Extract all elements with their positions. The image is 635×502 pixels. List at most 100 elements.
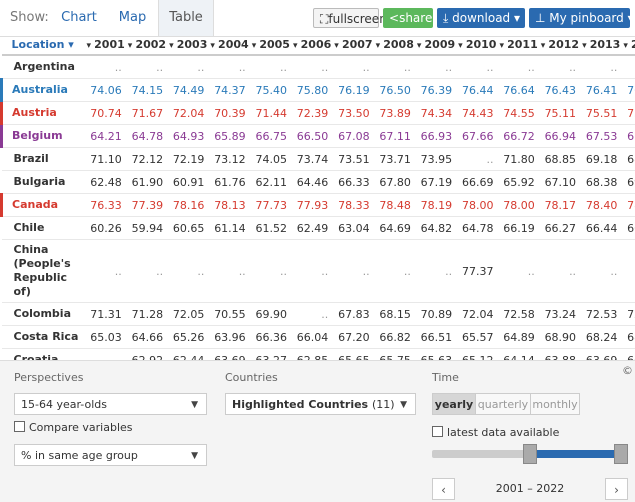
year-column-header[interactable]: ▾ 2014 bbox=[620, 34, 635, 55]
table-cell: 67.80 bbox=[373, 171, 414, 194]
table-cell: 72.53 bbox=[579, 303, 620, 326]
table-cell: 73.12 bbox=[207, 148, 248, 171]
slider-handle-start[interactable] bbox=[523, 444, 537, 464]
slider-handle-end[interactable] bbox=[614, 444, 628, 464]
table-cell: 78.07 bbox=[620, 194, 635, 217]
compare-variables-checkbox[interactable]: Compare variables bbox=[14, 421, 133, 434]
fullscreen-button[interactable]: ⛶fullscreen bbox=[313, 8, 379, 28]
row-location-name[interactable]: Belgium bbox=[2, 125, 84, 148]
row-location-name[interactable]: Brazil bbox=[2, 148, 84, 171]
row-location-name[interactable]: Croatia bbox=[2, 349, 84, 361]
table-cell: 63.96 bbox=[207, 326, 248, 349]
tab-chart[interactable]: Chart bbox=[55, 0, 103, 36]
table-cell: 78.48 bbox=[373, 194, 414, 217]
year-column-header[interactable]: ▾ 2012 bbox=[538, 34, 579, 55]
previous-button[interactable]: ‹ bbox=[432, 478, 455, 500]
year-label: 2012 bbox=[548, 38, 579, 51]
table-cell: 72.33 bbox=[620, 303, 635, 326]
year-column-header[interactable]: ▾ 2001 bbox=[84, 34, 125, 55]
table-cell: 69.18 bbox=[579, 148, 620, 171]
table-cell: 64.78 bbox=[125, 125, 166, 148]
year-column-header[interactable]: ▾ 2006 bbox=[290, 34, 331, 55]
table-cell: 64.14 bbox=[496, 349, 537, 361]
row-location-name[interactable]: Bulgaria bbox=[2, 171, 84, 194]
share-button[interactable]: <share bbox=[383, 8, 433, 28]
tab-map[interactable]: Map bbox=[110, 0, 155, 36]
row-location-name[interactable]: Chile bbox=[2, 217, 84, 240]
year-label: 2009 bbox=[425, 38, 456, 51]
countries-select[interactable]: Highlighted Countries (11) ▼ bbox=[225, 393, 416, 415]
table-cell: .. bbox=[166, 55, 207, 79]
table-cell: 67.19 bbox=[414, 171, 455, 194]
year-column-header[interactable]: ▾ 2003 bbox=[166, 34, 207, 55]
table-cell: .. bbox=[84, 55, 125, 79]
time-quarterly[interactable]: quarterly bbox=[475, 393, 531, 415]
table-row: Croatia..62.9262.4463.6963.2762.8565.656… bbox=[2, 349, 635, 361]
tab-table[interactable]: Table bbox=[158, 0, 214, 36]
table-cell: .. bbox=[331, 55, 372, 79]
year-column-header[interactable]: ▾ 2013 bbox=[579, 34, 620, 55]
row-location-name[interactable]: Colombia bbox=[2, 303, 84, 326]
time-yearly[interactable]: yearly bbox=[432, 393, 476, 415]
row-location-name[interactable]: Australia bbox=[2, 79, 84, 102]
caret-down-icon: ▾ bbox=[293, 41, 301, 51]
row-location-name[interactable]: China (People's Republic of) bbox=[2, 240, 84, 303]
year-column-header[interactable]: ▾ 2009 bbox=[414, 34, 455, 55]
next-button[interactable]: › bbox=[605, 478, 628, 500]
table-cell: 72.05 bbox=[166, 303, 207, 326]
table-cell: 68.24 bbox=[579, 326, 620, 349]
table-cell: .. bbox=[414, 55, 455, 79]
table-cell: 62.11 bbox=[249, 171, 290, 194]
table-cell: 74.49 bbox=[166, 79, 207, 102]
caret-down-icon: ▾ bbox=[334, 41, 342, 51]
time-monthly[interactable]: monthly bbox=[530, 393, 580, 415]
table-cell: 73.89 bbox=[373, 102, 414, 125]
table-cell: 65.63 bbox=[414, 349, 455, 361]
table-row: Bulgaria62.4861.9060.9161.7662.1164.4666… bbox=[2, 171, 635, 194]
year-column-header[interactable]: ▾ 2007 bbox=[331, 34, 372, 55]
latest-data-checkbox[interactable]: latest data available bbox=[432, 426, 559, 439]
year-column-header[interactable]: ▾ 2011 bbox=[496, 34, 537, 55]
year-label: 2010 bbox=[466, 38, 497, 51]
perspective-select[interactable]: 15-64 year-olds ▼ bbox=[14, 393, 207, 415]
row-location-name[interactable]: Argentina bbox=[2, 55, 84, 79]
table-cell: 73.24 bbox=[538, 303, 579, 326]
time-slider[interactable] bbox=[432, 444, 628, 464]
table-cell: 75.40 bbox=[249, 79, 290, 102]
table-row: Costa Rica65.0364.6665.2663.9666.3666.04… bbox=[2, 326, 635, 349]
year-column-header[interactable]: ▾ 2008 bbox=[373, 34, 414, 55]
row-location-name[interactable]: Costa Rica bbox=[2, 326, 84, 349]
row-location-name[interactable]: Austria bbox=[2, 102, 84, 125]
table-cell: 63.69 bbox=[579, 349, 620, 361]
download-button[interactable]: ⤓ download ▾ bbox=[437, 8, 525, 28]
table-row: Austria70.7471.6772.0470.3971.4472.3973.… bbox=[2, 102, 635, 125]
pinboard-button[interactable]: ⊥ My pinboard ▾ bbox=[529, 8, 630, 28]
countries-count: (11) bbox=[372, 398, 395, 411]
copyright: © bbox=[622, 364, 633, 377]
table-cell: 68.15 bbox=[373, 303, 414, 326]
share-icon: < bbox=[389, 11, 399, 25]
table-cell: 78.16 bbox=[166, 194, 207, 217]
table-cell: 66.75 bbox=[249, 125, 290, 148]
year-column-header[interactable]: ▾ 2004 bbox=[207, 34, 248, 55]
row-location-name[interactable]: Canada bbox=[2, 194, 84, 217]
table-row: Argentina............................ bbox=[2, 55, 635, 79]
table-cell: .. bbox=[290, 55, 331, 79]
year-column-header[interactable]: ▾ 2002 bbox=[125, 34, 166, 55]
year-column-header[interactable]: ▾ 2005 bbox=[249, 34, 290, 55]
table-cell: 67.72 bbox=[620, 125, 635, 148]
table-cell: .. bbox=[579, 55, 620, 79]
table-cell: 67.08 bbox=[331, 125, 372, 148]
table-cell: .. bbox=[538, 240, 579, 303]
table-cell: .. bbox=[166, 240, 207, 303]
table-cell: .. bbox=[290, 240, 331, 303]
location-column-header[interactable]: Location ▾ bbox=[2, 34, 84, 55]
year-label: 2005 bbox=[259, 38, 290, 51]
table-cell: .. bbox=[455, 55, 496, 79]
latest-label: latest data available bbox=[447, 426, 559, 439]
table-cell: 60.65 bbox=[166, 217, 207, 240]
year-column-header[interactable]: ▾ 2010 bbox=[455, 34, 496, 55]
table-cell: 68.94 bbox=[620, 148, 635, 171]
table-cell: 72.12 bbox=[125, 148, 166, 171]
unit-select[interactable]: % in same age group ▼ bbox=[14, 444, 207, 466]
